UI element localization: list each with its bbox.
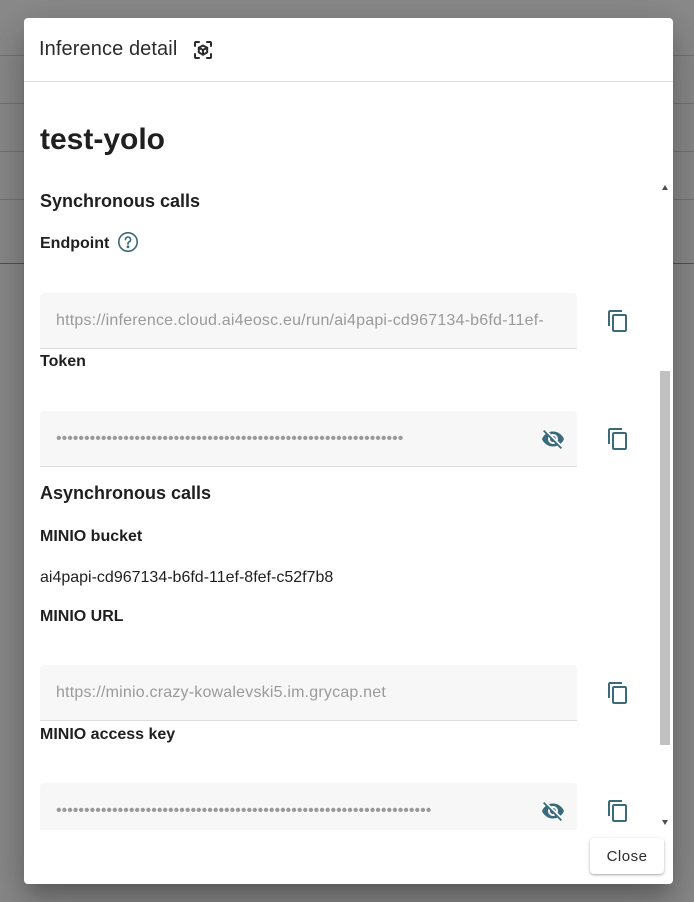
close-button[interactable]: Close <box>590 838 664 874</box>
eye-off-icon[interactable] <box>541 427 565 451</box>
token-label: Token <box>40 353 86 370</box>
inference-detail-dialog: Inference detail test-yolo Synchronous c… <box>24 18 673 884</box>
model-name: test-yolo <box>40 123 166 156</box>
copy-minio-access-key-icon[interactable] <box>606 799 630 823</box>
minio-url-input[interactable] <box>56 665 562 720</box>
scrollbar-thumb[interactable] <box>660 371 670 745</box>
minio-bucket-value: ai4papi-cd967134-b6fd-11ef-8fef-c52f7b8 <box>40 569 334 586</box>
endpoint-label: Endpoint <box>40 235 110 252</box>
copy-endpoint-icon[interactable] <box>606 309 630 333</box>
scroll-up-arrow-icon[interactable] <box>662 185 668 190</box>
cube-scan-icon <box>191 38 215 62</box>
minio-access-key-input[interactable] <box>56 783 526 830</box>
synchronous-calls-heading: Synchronous calls <box>40 191 201 211</box>
minio-url-label: MINIO URL <box>40 608 124 625</box>
minio-url-field <box>40 665 577 721</box>
minio-access-key-field <box>40 783 577 830</box>
dialog-header: Inference detail <box>24 18 673 82</box>
dialog-scrollbar[interactable] <box>658 182 672 832</box>
endpoint-field <box>40 293 577 349</box>
minio-access-key-label: MINIO access key <box>40 726 176 743</box>
eye-off-icon[interactable] <box>541 799 565 823</box>
endpoint-input[interactable] <box>56 293 562 348</box>
asynchronous-calls-heading: Asynchronous calls <box>40 483 212 503</box>
token-field <box>40 411 577 467</box>
dialog-body[interactable]: test-yolo Synchronous calls Endpoint Tok… <box>24 83 658 830</box>
minio-bucket-label: MINIO bucket <box>40 528 143 545</box>
token-input[interactable] <box>56 411 526 466</box>
dialog-title: Inference detail <box>39 38 178 60</box>
scroll-down-arrow-icon[interactable] <box>662 820 668 825</box>
help-circle-icon[interactable] <box>117 231 139 253</box>
copy-minio-url-icon[interactable] <box>606 681 630 705</box>
copy-token-icon[interactable] <box>606 427 630 451</box>
